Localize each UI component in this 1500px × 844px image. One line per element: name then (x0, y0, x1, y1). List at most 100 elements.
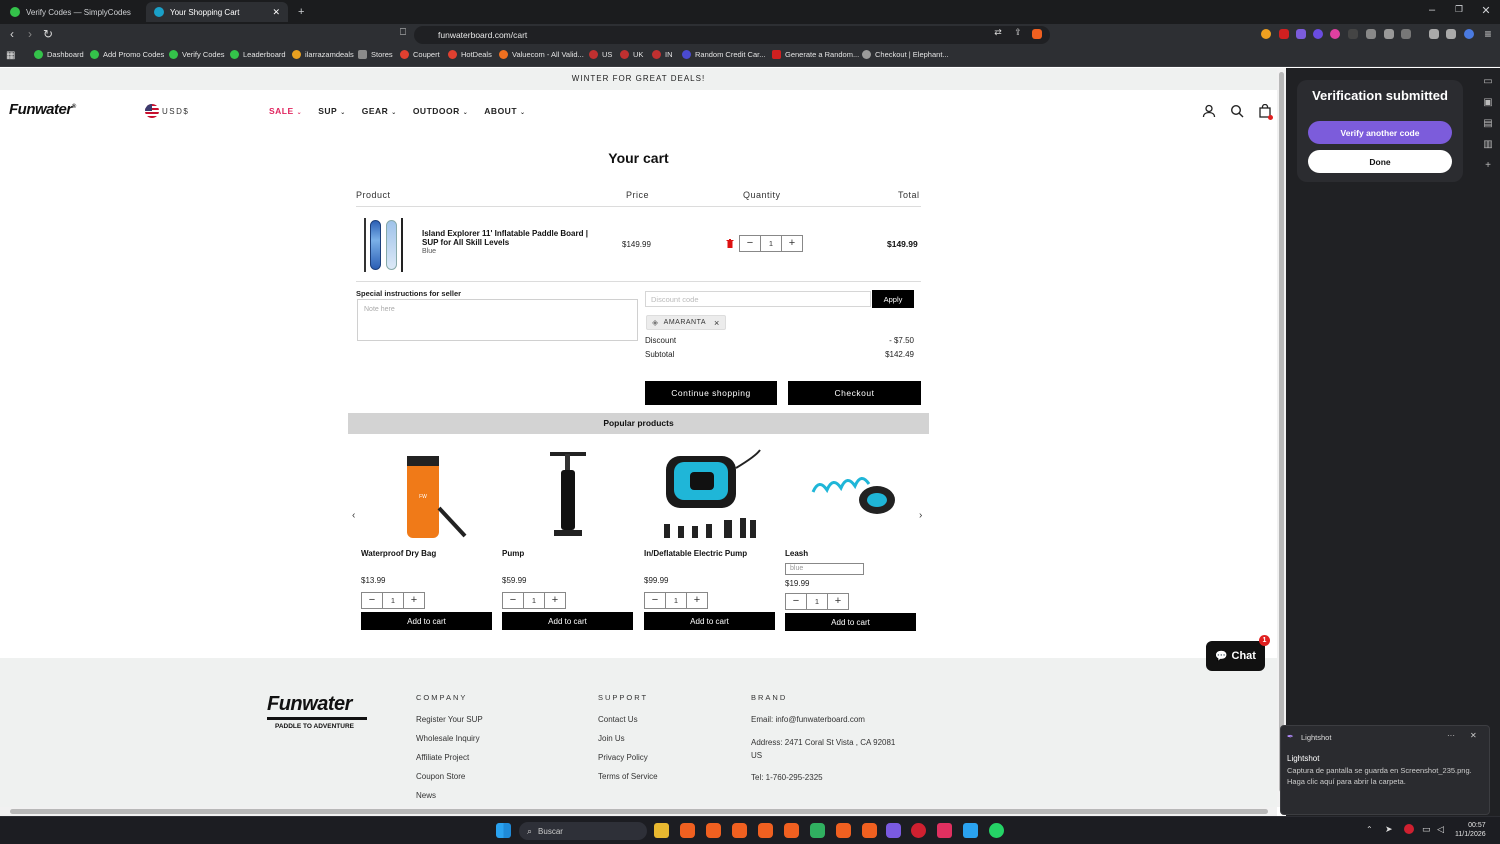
nav-sup[interactable]: SUP ⌄ (318, 106, 346, 116)
puzzle-icon[interactable] (1366, 29, 1376, 39)
address-bar[interactable]: funwaterboard.com/cart (414, 26, 1050, 44)
bookmark-add-promo-codes[interactable]: Add Promo Codes (90, 50, 164, 59)
bookmarks-icon[interactable]: ▤ (1482, 118, 1494, 130)
account-icon[interactable] (1201, 104, 1217, 120)
increase-quantity-button[interactable]: + (782, 236, 802, 251)
product-name[interactable]: Waterproof Dry Bag (361, 549, 436, 558)
seller-note-textarea[interactable]: Note here (357, 299, 638, 341)
footer-link-news[interactable]: News (416, 791, 483, 801)
bookmark-hotdeals[interactable]: HotDeals (448, 50, 492, 59)
file-explorer-icon[interactable] (654, 823, 669, 838)
app-icon[interactable] (937, 823, 952, 838)
apps-grid-icon[interactable]: ▦ (6, 50, 15, 61)
notepad-icon[interactable] (963, 823, 978, 838)
nav-sale[interactable]: SALE ⌄ (269, 106, 302, 116)
carousel-prev-icon[interactable]: ‹ (352, 510, 355, 521)
extension-icon[interactable] (1313, 29, 1323, 39)
footer-link-privacy[interactable]: Privacy Policy (598, 753, 658, 763)
cart-icon[interactable] (1257, 103, 1273, 120)
increase-quantity-button[interactable]: + (545, 593, 565, 608)
chat-button[interactable]: 💬 Chat 1 (1206, 635, 1270, 671)
remove-discount-icon[interactable]: × (714, 318, 720, 328)
bookmark-random-credit-card[interactable]: Random Credit Car... (682, 50, 765, 59)
bookmark-in[interactable]: IN (652, 50, 673, 59)
add-to-cart-button[interactable]: Add to cart (361, 612, 492, 630)
currency-selector[interactable]: USD$ (145, 104, 189, 118)
system-clock[interactable]: 00:57 11/1/2026 (1455, 821, 1486, 839)
whatsapp-icon[interactable] (989, 823, 1004, 838)
funwater-logo[interactable]: Funwater® (9, 101, 76, 118)
discount-code-input[interactable]: Discount code (645, 291, 871, 307)
footer-link-register-sup[interactable]: Register Your SUP (416, 715, 483, 725)
nav-gear[interactable]: GEAR ⌄ (362, 106, 397, 116)
bookmark-generate-random[interactable]: Generate a Random... (772, 50, 859, 59)
share-icon[interactable]: ⇪ (1010, 27, 1026, 38)
nav-outdoor[interactable]: OUTDOOR ⌄ (413, 106, 468, 116)
apply-discount-button[interactable]: Apply (872, 290, 914, 308)
brave-icon[interactable] (836, 823, 851, 838)
wallet-icon[interactable] (1401, 29, 1411, 39)
tab-shopping-cart[interactable]: Your Shopping Cart ✕ (146, 2, 288, 22)
continue-shopping-button[interactable]: Continue shopping (645, 381, 777, 405)
music-icon[interactable] (1429, 29, 1439, 39)
add-to-cart-button[interactable]: Add to cart (785, 613, 916, 631)
decrease-quantity-button[interactable]: − (645, 593, 665, 608)
vertical-scrollbar[interactable] (1277, 68, 1286, 807)
extension-icon[interactable] (1296, 29, 1306, 39)
done-button[interactable]: Done (1308, 150, 1452, 173)
add-panel-icon[interactable]: + (1482, 160, 1494, 172)
bookmark-icon[interactable]: ⎕ (395, 27, 411, 38)
pump-image[interactable] (502, 448, 633, 544)
brave-icon[interactable] (862, 823, 877, 838)
footer-link-affiliate[interactable]: Affiliate Project (416, 753, 483, 763)
decrease-quantity-button[interactable]: − (362, 593, 382, 608)
nav-about[interactable]: ABOUT ⌄ (484, 106, 525, 116)
reading-list-icon[interactable]: ▭ (1482, 76, 1494, 88)
footer-link-contact[interactable]: Contact Us (598, 715, 658, 725)
panel-icon[interactable] (1446, 29, 1456, 39)
bookmark-checkout-elephant[interactable]: Checkout | Elephant... (862, 50, 949, 59)
network-icon[interactable]: ▭ (1422, 824, 1431, 835)
verify-another-code-button[interactable]: Verify another code (1308, 121, 1452, 144)
bookmark-dashboard[interactable]: Dashboard (34, 50, 84, 59)
bookmark-us[interactable]: US (589, 50, 612, 59)
close-tab-icon[interactable]: ✕ (272, 7, 280, 18)
increase-quantity-button[interactable]: + (687, 593, 707, 608)
tray-app-icon[interactable] (1404, 824, 1414, 834)
extension-icon[interactable] (1261, 29, 1271, 39)
back-icon[interactable]: ‹ (4, 27, 20, 41)
quantity-value[interactable]: 1 (665, 593, 687, 608)
scrollbar-thumb[interactable] (1279, 72, 1284, 792)
footer-link-wholesale[interactable]: Wholesale Inquiry (416, 734, 483, 744)
search-icon[interactable] (1229, 104, 1245, 120)
sidebar-icon[interactable] (1384, 29, 1394, 39)
wallet-icon[interactable]: ▣ (1482, 97, 1494, 109)
minimize-icon[interactable]: – (1422, 4, 1442, 16)
cart-item-image[interactable] (362, 218, 410, 272)
telegram-icon[interactable]: ➤ (1385, 824, 1393, 835)
brave-icon[interactable] (680, 823, 695, 838)
restore-icon[interactable]: ❐ (1449, 4, 1469, 15)
translate-icon[interactable]: ⇄ (990, 27, 1006, 38)
lightshot-notification[interactable]: ✒ Lightshot ··· ✕ Lightshot Captura de p… (1280, 725, 1490, 815)
volume-icon[interactable]: ◁ (1437, 824, 1444, 835)
bookmark-ilarrazamdeals[interactable]: ilarrazamdeals (292, 50, 354, 59)
decrease-quantity-button[interactable]: − (503, 593, 523, 608)
footer-link-join[interactable]: Join Us (598, 734, 658, 744)
browser-icon[interactable] (810, 823, 825, 838)
scrollbar-thumb[interactable] (10, 809, 1268, 814)
new-tab-button[interactable]: + (290, 2, 310, 22)
bookmark-verify-codes[interactable]: Verify Codes (169, 50, 225, 59)
close-window-icon[interactable]: ✕ (1476, 4, 1496, 17)
product-name[interactable]: In/Deflatable Electric Pump (644, 549, 747, 558)
quantity-value[interactable]: 1 (760, 236, 782, 251)
product-name[interactable]: Pump (502, 549, 524, 558)
increase-quantity-button[interactable]: + (828, 594, 848, 609)
decrease-quantity-button[interactable]: − (786, 594, 806, 609)
windows-start-icon[interactable] (496, 823, 511, 838)
tray-chevron-icon[interactable]: ⌃ (1366, 825, 1373, 834)
forward-icon[interactable]: › (22, 27, 38, 41)
extension-icon[interactable] (1330, 29, 1340, 39)
taskbar-search[interactable]: ⌕ Buscar (519, 822, 647, 840)
decrease-quantity-button[interactable]: − (740, 236, 760, 251)
